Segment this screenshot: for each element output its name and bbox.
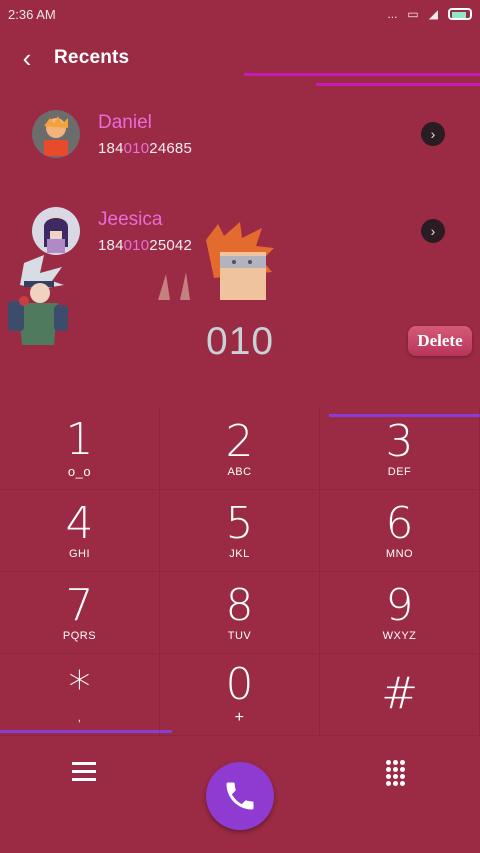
back-arrow-icon[interactable]: ‹ <box>0 36 54 80</box>
contact-number: 18401024685 <box>98 140 192 157</box>
accent-line <box>316 83 480 86</box>
key-hash[interactable]: # <box>320 654 480 736</box>
character-illustration <box>158 222 274 300</box>
chevron-right-icon[interactable]: › <box>421 219 445 243</box>
screen-icon: ▭ <box>407 7 419 21</box>
key-5[interactable]: 5 JKL <box>160 490 320 572</box>
dialed-number: 010 <box>206 320 275 363</box>
key-2[interactable]: 2 ABC <box>160 408 320 490</box>
call-button[interactable] <box>206 762 274 830</box>
contact-name: Daniel <box>98 112 152 133</box>
key-8[interactable]: 8 TUV <box>160 572 320 654</box>
dialer-actions <box>0 740 480 853</box>
key-9[interactable]: 9 WXYZ <box>320 572 480 654</box>
key-6[interactable]: 6 MNO <box>320 490 480 572</box>
key-0[interactable]: 0 + <box>160 654 320 736</box>
key-7[interactable]: 7 PQRS <box>0 572 160 654</box>
character-illustration <box>8 255 68 345</box>
page-title: Recents <box>54 47 130 68</box>
battery-icon <box>448 8 472 20</box>
key-3[interactable]: 3 DEF <box>320 408 480 490</box>
phone-icon <box>226 782 254 810</box>
avatar <box>32 207 80 255</box>
key-4[interactable]: 4 GHI <box>0 490 160 572</box>
dial-keypad: 1 o_o 2 ABC 3 DEF 4 GHI 5 JKL 6 MNO 7 PQ… <box>0 408 480 736</box>
delete-button[interactable]: Delete <box>408 326 472 356</box>
status-dots: ... <box>387 7 398 21</box>
menu-icon[interactable] <box>72 762 96 782</box>
chevron-right-icon[interactable]: › <box>421 122 445 146</box>
avatar <box>32 110 80 158</box>
status-time: 2:36 AM <box>8 6 56 22</box>
key-star[interactable]: * , <box>0 654 160 736</box>
recent-item[interactable]: Daniel 18401024685 › <box>0 110 480 190</box>
dialpad-icon[interactable] <box>386 760 406 786</box>
voicemail-icon: o_o <box>67 464 92 479</box>
signal-icon: ◢ <box>428 7 438 21</box>
accent-line <box>244 73 480 76</box>
status-bar: 2:36 AM ... ▭ ◢ <box>0 0 480 28</box>
key-1[interactable]: 1 o_o <box>0 408 160 490</box>
status-icons: ... ▭ ◢ <box>387 7 472 21</box>
